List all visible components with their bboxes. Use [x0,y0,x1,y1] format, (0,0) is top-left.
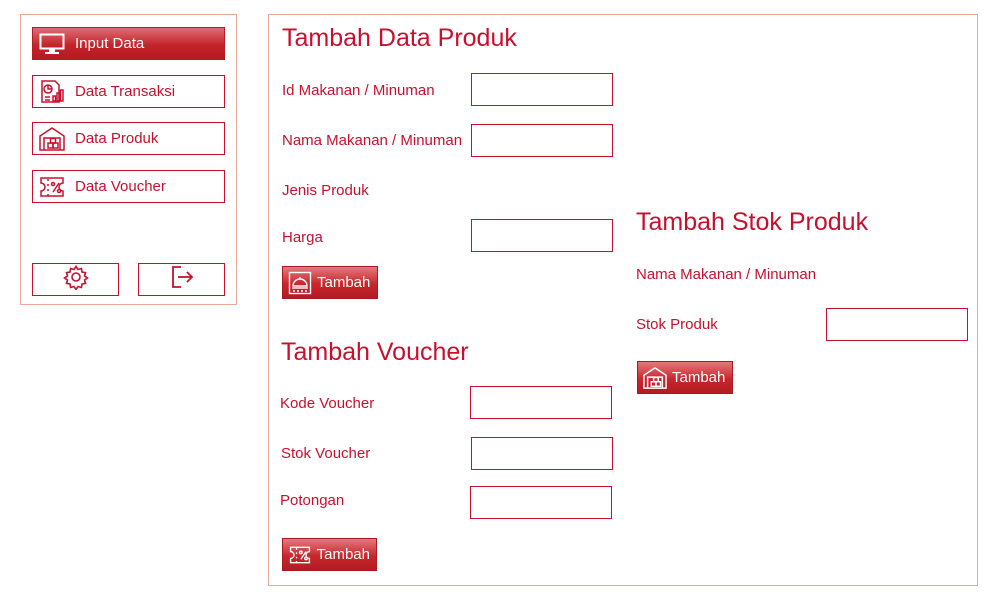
sidebar-item-label: Data Produk [75,130,159,147]
logout-icon [169,264,195,295]
sidebar-item-data-voucher[interactable]: Data Voucher [32,170,225,203]
menu-cloche-icon [287,270,313,296]
gear-icon [62,264,89,295]
logout-button[interactable] [138,263,225,296]
sidebar-item-data-transaksi[interactable]: Data Transaksi [32,75,225,108]
voucher-section-title: Tambah Voucher [281,338,469,366]
stok-produk-label: Stok Produk [636,316,718,333]
sidebar-item-label: Data Transaksi [75,83,176,100]
jenis-produk-label: Jenis Produk [282,182,369,199]
tambah-stok-label: Tambah [672,369,726,386]
tambah-produk-button[interactable]: Tambah [282,266,378,299]
tambah-produk-label: Tambah [317,274,371,291]
settings-button[interactable] [32,263,119,296]
stok-nama-label: Nama Makanan / Minuman [636,266,817,283]
stok-voucher-label: Stok Voucher [281,445,371,462]
nama-produk-input[interactable] [471,124,613,157]
sidebar-item-label: Data Voucher [75,178,166,195]
id-produk-label: Id Makanan / Minuman [282,82,435,99]
sidebar-item-input-data[interactable]: Input Data [32,27,225,60]
stok-section-title: Tambah Stok Produk [636,208,869,236]
nama-produk-label: Nama Makanan / Minuman [282,132,463,149]
kode-voucher-label: Kode Voucher [280,395,375,412]
tambah-voucher-label: Tambah [316,546,370,563]
warehouse-icon [37,125,67,153]
sidebar-item-label: Input Data [75,35,145,52]
harga-label: Harga [282,229,323,246]
potongan-input[interactable] [470,486,612,519]
monitor-icon [37,30,67,58]
voucher-percent-icon [287,542,313,568]
harga-input[interactable] [471,219,613,252]
produk-section-title: Tambah Data Produk [282,24,517,52]
warehouse-icon [642,365,668,391]
voucher-percent-icon [37,173,67,201]
stok-produk-input[interactable] [826,308,968,341]
tambah-stok-button[interactable]: Tambah [637,361,733,394]
id-produk-input[interactable] [471,73,613,106]
stok-voucher-input[interactable] [471,437,613,470]
tambah-voucher-button[interactable]: Tambah [282,538,377,571]
potongan-label: Potongan [280,492,345,509]
report-chart-icon [37,78,67,106]
sidebar-item-data-produk[interactable]: Data Produk [32,122,225,155]
sidebar: Input Data Data Transaksi Data Produk Da… [20,14,237,305]
kode-voucher-input[interactable] [470,386,612,419]
main-panel: Tambah Data Produk Id Makanan / Minuman … [268,14,978,586]
